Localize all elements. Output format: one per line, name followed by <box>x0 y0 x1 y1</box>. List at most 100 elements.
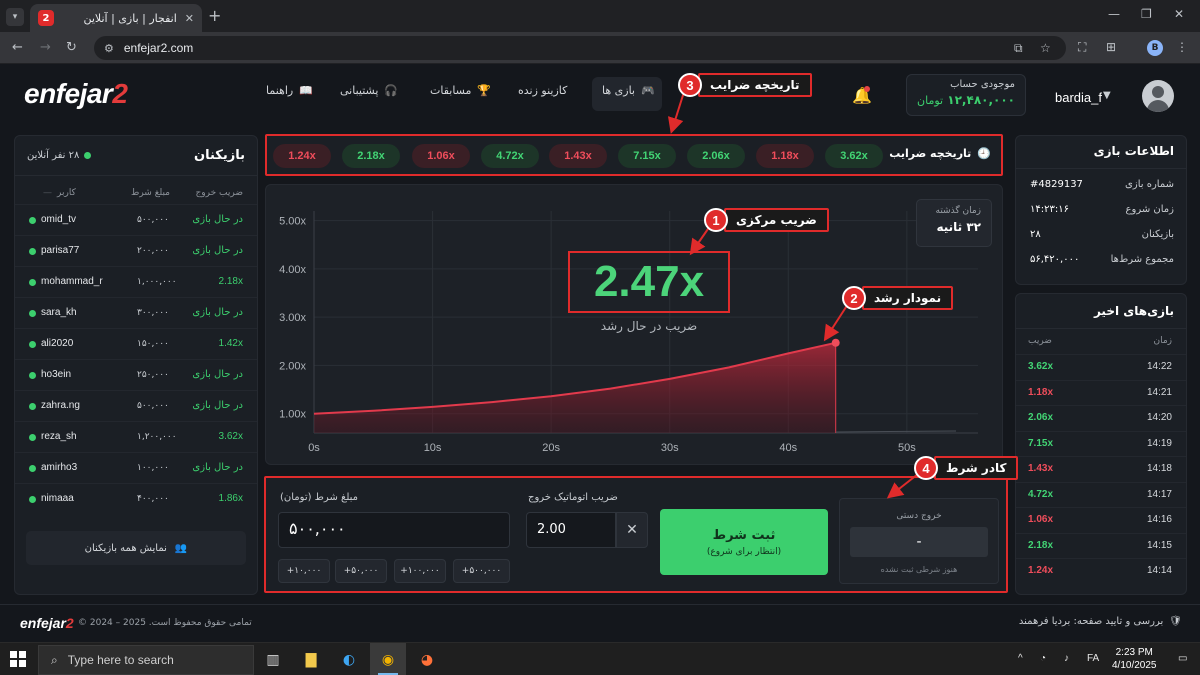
manual-cashout-box: خروج دستی - هنوز شرطی ثبت نشده <box>839 498 999 584</box>
history-chip: 2.18x <box>342 144 400 168</box>
manual-cashout-button[interactable]: - <box>850 527 988 557</box>
online-dot-icon <box>29 372 36 379</box>
close-window-icon[interactable]: ✕ <box>1174 7 1184 21</box>
recent-game-row[interactable]: 4.72x 14:17 <box>1016 481 1186 507</box>
recent-game-row[interactable]: 2.18x 14:15 <box>1016 532 1186 558</box>
callout-2: 2 نمودار رشد <box>842 286 954 310</box>
username[interactable]: bardia_f <box>1055 90 1102 105</box>
install-app-icon[interactable]: ⧉ <box>1014 41 1023 56</box>
task-view-icon[interactable]: ▥ <box>262 649 284 671</box>
maximize-icon[interactable]: ❐ <box>1141 7 1152 21</box>
player-bet: ۱۵۰,۰۰۰ <box>137 339 169 349</box>
amount-label: مبلغ شرط (تومان) <box>280 492 359 503</box>
footer-logo-number: 2 <box>65 615 74 631</box>
tab-title: انفجار | بازی | آنلاین <box>83 11 177 25</box>
callout-1: 1 ضریب مرکزی <box>704 208 829 232</box>
info-row: زمان شروع ۱۴:۲۳:۱۶ <box>1016 199 1186 223</box>
close-tab-icon[interactable]: ✕ <box>185 12 194 25</box>
language-indicator[interactable]: FA <box>1087 653 1099 664</box>
quick-add-50000-button[interactable]: +۵۰,۰۰۰ <box>335 559 387 583</box>
users-icon: 👥 <box>174 542 188 554</box>
player-cashout: 1.42x <box>218 338 243 349</box>
current-point-marker <box>831 338 840 347</box>
callout-number: 3 <box>678 73 702 97</box>
speaker-icon[interactable]: ♪ <box>1064 653 1069 664</box>
place-bet-title: ثبت شرط <box>712 527 776 543</box>
wallet-balance[interactable]: موجودی حساب ۱۲,۴۸۰,۰۰۰ تومان <box>906 74 1026 116</box>
recent-game-row[interactable]: 7.15x 14:19 <box>1016 430 1186 456</box>
clear-auto-cashout-icon[interactable]: ✕ <box>616 512 648 548</box>
minimize-icon[interactable]: — <box>1108 7 1120 21</box>
recent-game-row[interactable]: 2.06x 14:20 <box>1016 405 1186 430</box>
callout-label: ضریب مرکزی <box>724 208 829 232</box>
menu-label: پشتیبانی <box>340 84 379 97</box>
windows-start-icon[interactable] <box>10 651 26 667</box>
site-logo[interactable]: enfejar2 <box>24 78 128 110</box>
recent-game-row[interactable]: 1.43x 14:18 <box>1016 456 1186 481</box>
quick-add-100000-button[interactable]: +۱۰۰,۰۰۰ <box>394 559 446 583</box>
user-avatar[interactable] <box>1142 80 1174 112</box>
cast-icon[interactable]: ⛶ <box>1078 40 1086 55</box>
bookmark-star-icon[interactable]: ☆ <box>1040 41 1051 55</box>
menu-item-guide[interactable]: 📖 راهنما <box>266 84 313 97</box>
auto-cashout-input[interactable]: 2.00 <box>526 512 616 548</box>
recent-game-row[interactable]: 3.62x 14:22 <box>1016 354 1186 379</box>
reload-icon[interactable]: ↻ <box>66 40 77 55</box>
quick-add-10000-button[interactable]: +۱۰,۰۰۰ <box>278 559 330 583</box>
network-icon[interactable]: ◔ <box>1040 653 1046 664</box>
browser-menu-icon[interactable]: ⋮ <box>1176 40 1188 54</box>
place-bet-button[interactable]: ثبت شرط (انتظار برای شروع) <box>660 509 828 575</box>
menu-item-support[interactable]: 🎧 پشتیبانی <box>340 84 398 97</box>
site-settings-icon[interactable]: ⚙ <box>104 42 114 55</box>
player-row: nimaaa ۴۰۰,۰۰۰ 1.86x <box>15 483 257 514</box>
chrome-browser-icon[interactable]: ◉ <box>377 649 399 671</box>
recent-time: 14:18 <box>1146 463 1172 474</box>
recent-multiplier: 1.18x <box>1028 386 1054 398</box>
forward-arrow-icon[interactable]: → <box>40 40 51 55</box>
footer-logo[interactable]: enfejar2 <box>20 615 74 631</box>
edge-browser-icon[interactable]: ◐ <box>338 649 360 671</box>
player-row: ali2020 ۱۵۰,۰۰۰ 1.42x <box>15 328 257 359</box>
search-placeholder: Type here to search <box>67 653 174 667</box>
menu-item-games[interactable]: 🎮 بازی ها <box>602 84 655 97</box>
recent-game-row[interactable]: 1.06x 14:16 <box>1016 507 1186 532</box>
dash-mark: — <box>43 188 52 198</box>
new-tab-plus-icon[interactable]: + <box>208 6 221 25</box>
online-count-text: ۲۸ نفر آنلاین <box>27 150 80 161</box>
bet-amount-input[interactable]: ۵۰۰,۰۰۰ <box>278 512 510 548</box>
info-value: ۱۴:۲۳:۱۶ <box>1030 204 1069 215</box>
y-tick-label: 5.00x <box>279 216 306 228</box>
file-explorer-icon[interactable]: ▇ <box>300 649 322 671</box>
info-row: بازیکنان ۲۸ <box>1016 224 1186 248</box>
browser-tab[interactable]: 2 انفجار | بازی | آنلاین ✕ <box>30 4 202 32</box>
players-table-header: — کاربر مبلغ شرط ضریب خروج <box>15 184 257 204</box>
system-clock[interactable]: 2:23 PM 4/10/2025 <box>1112 646 1157 672</box>
firefox-browser-icon[interactable]: ◕ <box>416 649 438 671</box>
menu-item-live-casino[interactable]: کازینو زنده <box>518 84 567 97</box>
browser-tab-bar: ▾ 2 انفجار | بازی | آنلاین ✕ + — ❐ ✕ <box>0 0 1200 32</box>
omnibox[interactable]: ⚙ enfejar2.com ⧉ ☆ <box>94 36 1066 60</box>
site-footer: enfejar2 تمامی حقوق محفوظ است. 2025 – 20… <box>0 604 1200 642</box>
profile-avatar-icon[interactable]: B <box>1147 40 1163 56</box>
review-note: 🛡 بررسی و تایید صفحه: بردیا فرهمند <box>1019 616 1182 627</box>
extensions-puzzle-icon[interactable]: ⊞ <box>1106 40 1116 54</box>
online-dot-icon <box>29 341 36 348</box>
menu-item-tournaments[interactable]: 🏆 مسابقات <box>430 84 491 97</box>
back-arrow-icon[interactable]: ← <box>12 40 23 55</box>
recent-game-row[interactable]: 1.24x 14:14 <box>1016 558 1186 583</box>
chevron-down-icon[interactable]: ▼ <box>1103 90 1111 101</box>
callout-number: 1 <box>704 208 728 232</box>
tray-chevron-up-icon[interactable]: ^ <box>1018 653 1023 664</box>
x-tick-label: 40s <box>779 442 797 454</box>
tab-search-button[interactable]: ▾ <box>6 8 24 26</box>
info-row: مجموع شرط‌ها ۵۶,۴۲۰,۰۰۰ <box>1016 249 1186 273</box>
recent-game-row[interactable]: 1.18x 14:21 <box>1016 379 1186 405</box>
notifications-icon[interactable]: ▭ <box>1178 653 1187 664</box>
elapsed-time-box: زمان گذشته ۳۲ ثانیه <box>916 199 992 247</box>
show-all-players-button[interactable]: 👥 نمایش همه بازیکنان <box>26 531 246 565</box>
url-text[interactable]: enfejar2.com <box>124 41 193 55</box>
player-row: amirho3 ۱۰۰,۰۰۰ در حال بازی <box>15 452 257 483</box>
quick-add-500000-button[interactable]: +۵۰۰,۰۰۰ <box>453 559 510 583</box>
player-cashout: 3.62x <box>218 431 243 442</box>
taskbar-search-input[interactable]: ⌕ Type here to search <box>38 645 254 675</box>
